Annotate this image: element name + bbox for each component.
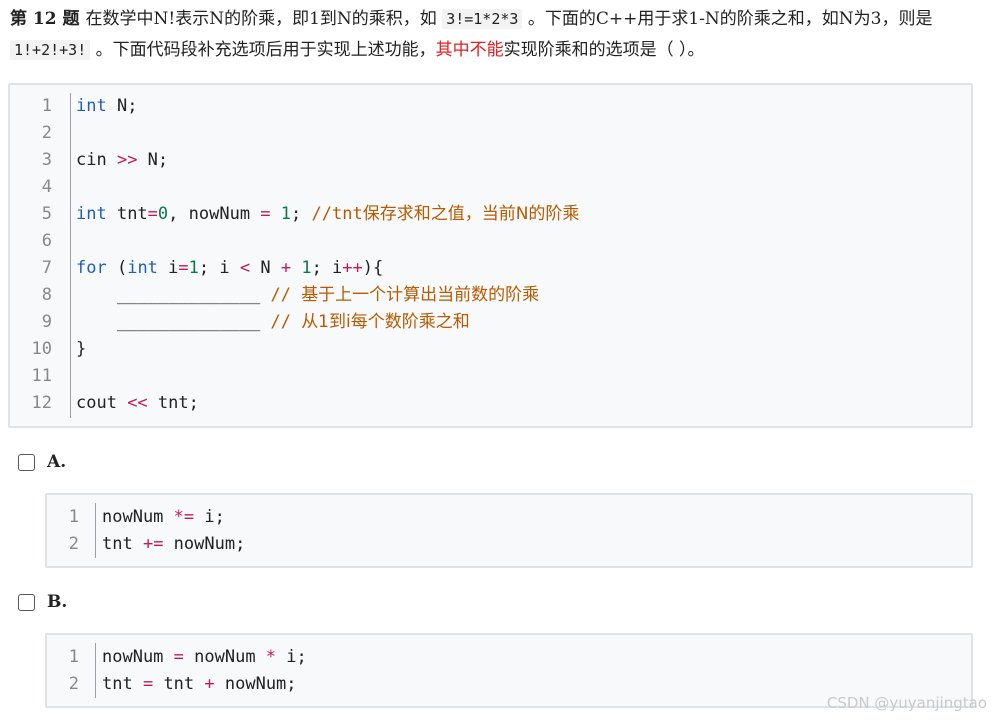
code-line: 9 ______________ // 从1到i每个数阶乘之和 xyxy=(10,309,971,336)
code-line: 2 tnt += nowNum; xyxy=(47,531,971,558)
code-line: 4 xyxy=(10,174,971,201)
code-text: ______________ // 基于上一个计算出当前数的阶乘 xyxy=(76,285,540,305)
code-text: nowNum = nowNum * i; xyxy=(102,647,307,667)
line-number: 1 xyxy=(41,96,52,116)
option-a[interactable]: A. xyxy=(18,450,66,474)
question-text: 第 12 题在数学中N!表示N的阶乘，即1到N的乘积，如 3!=1*2*3 。下… xyxy=(10,4,985,66)
option-b-checkbox[interactable] xyxy=(18,593,35,611)
line-number: 10 xyxy=(31,339,52,359)
code-text: cout << tnt; xyxy=(76,393,199,413)
code-line: 1 int N; xyxy=(10,93,971,120)
code-text: tnt += nowNum; xyxy=(102,534,246,554)
question-part-1: 在数学中N!表示N的阶乘，即1到N的乘积，如 xyxy=(85,9,443,29)
question-part-4: 实现阶乘和的选项是（ ）。 xyxy=(503,40,705,60)
question-part-3: 。下面代码段补充选项后用于实现上述功能， xyxy=(90,40,436,60)
inline-code-factorial-example: 3!=1*2*3 xyxy=(442,9,523,29)
line-number: 2 xyxy=(68,674,79,694)
option-b-label: B. xyxy=(47,592,68,612)
line-number: 6 xyxy=(41,231,52,251)
option-a-code-block: 1 nowNum *= i; 2 tnt += nowNum; xyxy=(45,493,973,568)
line-number: 1 xyxy=(68,507,79,527)
inline-code-sum-example: 1!+2!+3! xyxy=(10,40,91,60)
question-number: 第 12 题 xyxy=(10,9,80,29)
code-line: 6 xyxy=(10,228,971,255)
main-code-block: 1 int N; 2 3 cin >> N; 4 5 int tnt=0, no… xyxy=(8,83,973,428)
code-line: 7 for (int i=1; i < N + 1; i++){ xyxy=(10,255,971,282)
code-line: 12 cout << tnt; xyxy=(10,390,971,417)
code-text: } xyxy=(76,339,87,359)
code-text: for (int i=1; i < N + 1; i++){ xyxy=(76,258,384,278)
line-number: 11 xyxy=(31,366,52,386)
line-number: 1 xyxy=(68,647,79,667)
line-number: 12 xyxy=(31,393,52,413)
option-a-label: A. xyxy=(47,452,67,472)
code-text: ______________ // 从1到i每个数阶乘之和 xyxy=(76,312,470,332)
code-line: 8 ______________ // 基于上一个计算出当前数的阶乘 xyxy=(10,282,971,309)
line-number: 7 xyxy=(41,258,52,278)
code-text: cin >> N; xyxy=(76,150,169,170)
option-a-checkbox[interactable] xyxy=(18,453,35,471)
code-line: 3 cin >> N; xyxy=(10,147,971,174)
code-line: 5 int tnt=0, nowNum = 1; //tnt保存求和之值，当前N… xyxy=(10,201,971,228)
line-number: 3 xyxy=(41,150,52,170)
code-text: nowNum *= i; xyxy=(102,507,225,527)
question-highlight: 其中不能 xyxy=(435,40,504,60)
option-b[interactable]: B. xyxy=(18,590,67,614)
code-line: 1 nowNum *= i; xyxy=(47,504,971,531)
question-part-2: 。下面的C++用于求1-N的阶乘之和，如N为3，则是 xyxy=(522,9,933,29)
line-number: 5 xyxy=(41,204,52,224)
line-number: 4 xyxy=(41,177,52,197)
code-line: 10 } xyxy=(10,336,971,363)
line-number: 2 xyxy=(68,534,79,554)
csdn-watermark: CSDN @yuyanjingtao xyxy=(826,694,987,712)
code-line: 1 nowNum = nowNum * i; xyxy=(47,644,971,671)
code-text: int tnt=0, nowNum = 1; //tnt保存求和之值，当前N的阶… xyxy=(76,204,580,224)
line-number: 2 xyxy=(41,123,52,143)
code-text: tnt = tnt + nowNum; xyxy=(102,674,297,694)
line-number: 9 xyxy=(41,312,52,332)
line-number: 8 xyxy=(41,285,52,305)
code-line: 2 xyxy=(10,120,971,147)
code-line: 11 xyxy=(10,363,971,390)
code-text: int N; xyxy=(76,96,138,116)
